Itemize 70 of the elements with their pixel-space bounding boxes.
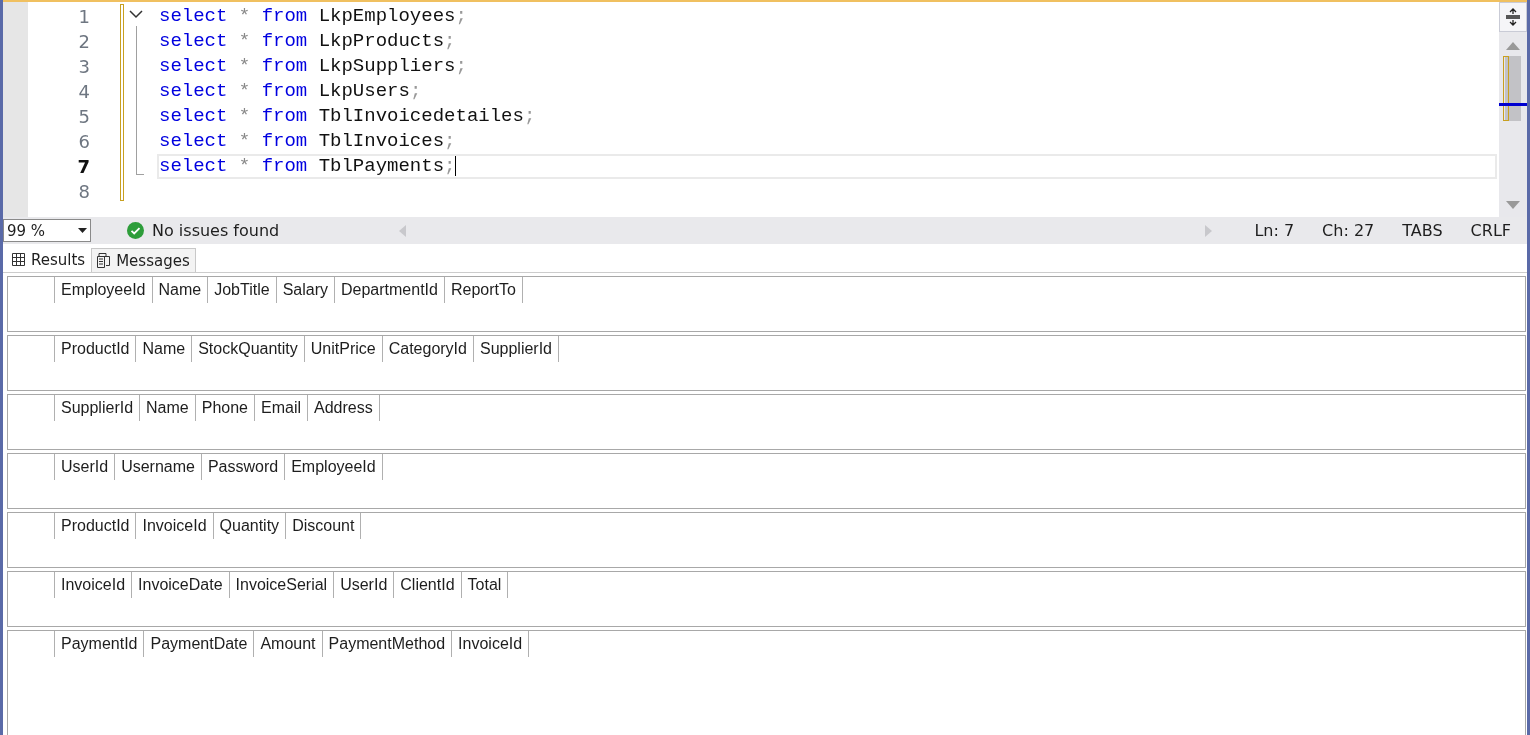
column-header[interactable]: Amount [254, 631, 323, 657]
zoom-dropdown[interactable]: 99 % [3, 219, 91, 242]
column-header[interactable]: InvoiceId [452, 631, 530, 657]
text-caret [455, 156, 457, 176]
code-line: select * from LkpUsers; [159, 80, 422, 102]
code-line: select * from LkpProducts; [159, 30, 456, 52]
column-header[interactable]: PaymentMethod [322, 631, 453, 657]
column-header[interactable]: UserId [55, 454, 116, 480]
scrollbar-thumb[interactable] [1499, 56, 1527, 121]
caret-icon [78, 228, 87, 233]
line-position: Ln: 7 [1254, 221, 1295, 240]
column-header[interactable]: DepartmentId [335, 277, 445, 303]
column-header[interactable]: Name [152, 277, 209, 303]
issues-status: No issues found [152, 221, 280, 240]
column-header[interactable]: InvoiceSerial [229, 572, 335, 598]
code-line: select * from LkpEmployees; [159, 5, 467, 27]
column-header[interactable]: StockQuantity [192, 336, 305, 362]
column-header[interactable]: SupplierId [55, 395, 141, 421]
column-header[interactable]: InvoiceId [55, 572, 133, 598]
line-number: 5 [77, 105, 90, 129]
indent-mode[interactable]: TABS [1402, 221, 1443, 240]
line-number: 3 [77, 55, 90, 79]
column-header[interactable]: Email [255, 395, 308, 421]
column-header[interactable]: ProductId [55, 513, 137, 539]
column-header[interactable]: Quantity [213, 513, 287, 539]
results-tab[interactable]: Messages [91, 248, 196, 272]
line-ending[interactable]: CRLF [1470, 221, 1511, 240]
line-number: 1 [77, 5, 90, 29]
scroll-up-icon[interactable] [1506, 42, 1520, 50]
column-header[interactable]: ProductId [55, 336, 137, 362]
code-line: select * from TblInvoicedetailes; [159, 105, 536, 127]
column-header[interactable]: Name [140, 395, 196, 421]
scroll-right-icon[interactable] [1205, 224, 1213, 237]
column-header[interactable]: ReportTo [444, 277, 523, 303]
line-number: 4 [77, 80, 90, 104]
column-header[interactable]: UnitPrice [304, 336, 383, 362]
column-header[interactable]: SupplierId [473, 336, 559, 362]
column-header[interactable]: Name [136, 336, 193, 362]
scroll-left-icon[interactable] [399, 224, 407, 237]
split-icon[interactable] [1499, 2, 1527, 32]
column-header[interactable]: Address [308, 395, 380, 421]
code-line: select * from LkpSuppliers; [159, 55, 467, 77]
column-header[interactable]: Salary [276, 277, 335, 303]
column-position: Ch: 27 [1322, 221, 1375, 240]
line-number: 8 [77, 180, 90, 204]
column-header[interactable]: InvoiceDate [132, 572, 230, 598]
line-number: 6 [77, 130, 90, 154]
column-header[interactable]: Total [461, 572, 509, 598]
column-header[interactable]: JobTitle [208, 277, 277, 303]
column-header[interactable]: EmployeeId [55, 277, 153, 303]
document-icon [97, 253, 111, 268]
column-header[interactable]: Password [201, 454, 286, 480]
column-header[interactable]: PaymentDate [144, 631, 255, 657]
column-header[interactable]: Username [115, 454, 202, 480]
column-header[interactable]: PaymentId [55, 631, 145, 657]
line-number: 2 [77, 30, 90, 54]
column-header[interactable]: ClientId [394, 572, 462, 598]
column-header[interactable]: Discount [286, 513, 362, 539]
column-header[interactable]: UserId [334, 572, 395, 598]
code-line: select * from TblPayments; [159, 155, 456, 177]
check-icon [127, 222, 144, 239]
scroll-down-icon[interactable] [1506, 201, 1520, 209]
code-line: select * from TblInvoices; [159, 130, 456, 152]
collapse-icon[interactable] [129, 10, 143, 19]
grid-icon [12, 253, 25, 266]
column-header[interactable]: Phone [195, 395, 255, 421]
column-header[interactable]: CategoryId [382, 336, 474, 362]
column-header[interactable]: InvoiceId [136, 513, 214, 539]
column-header[interactable]: EmployeeId [285, 454, 383, 480]
line-number: 7 [76, 155, 90, 179]
